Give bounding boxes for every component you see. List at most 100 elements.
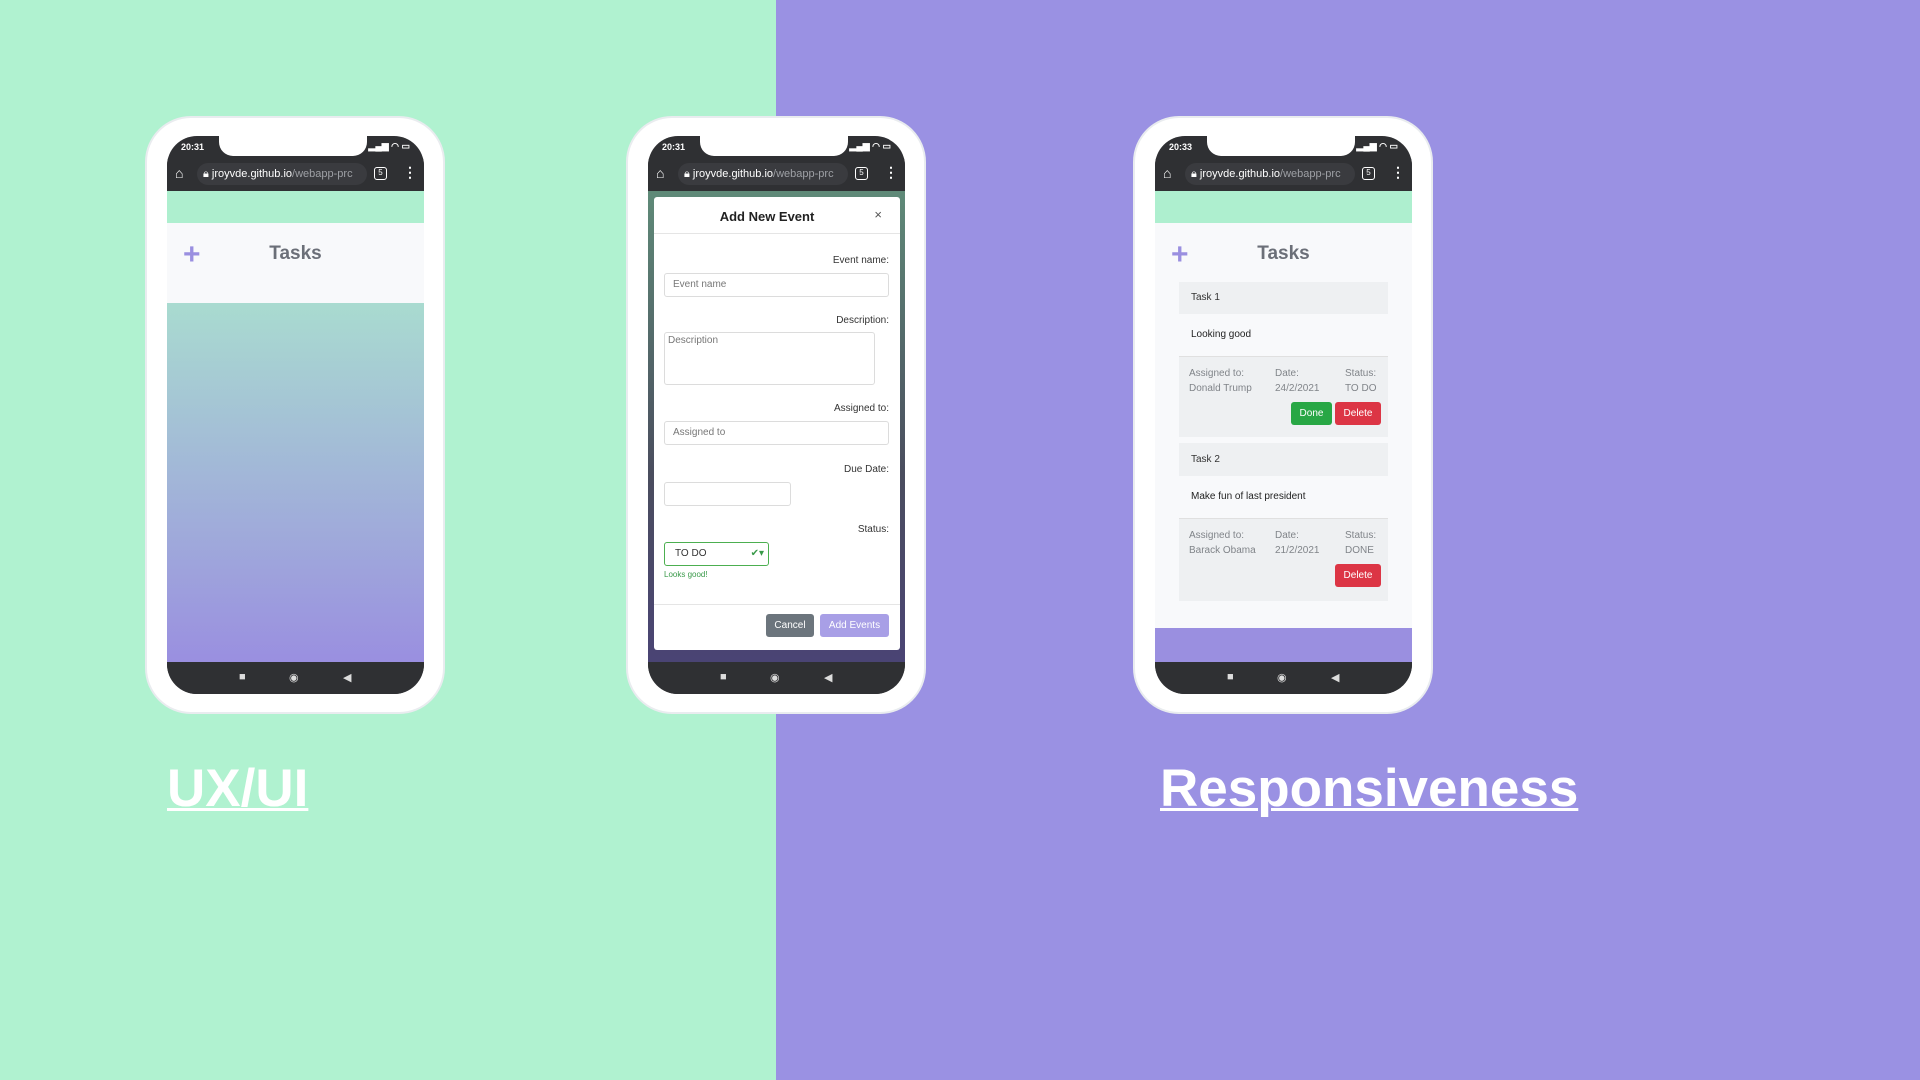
kebab-menu-icon[interactable]: ⋮ <box>403 164 417 181</box>
signal-battery-icon: ▂▄▆ ◠ ▭ <box>368 141 410 151</box>
browser-bar: ⌂ 🔒︎ jroyvde.github.io/webapp-prc 5 ⋮ <box>167 158 424 191</box>
tab-count-button[interactable]: 5 <box>1362 167 1375 180</box>
date-label: Date: <box>1275 368 1299 379</box>
add-events-button[interactable]: Add Events <box>820 614 889 637</box>
status-label: Status: <box>1345 530 1377 541</box>
home-icon[interactable]: ⌂ <box>656 165 664 181</box>
android-nav-bar: ■ ◉ ◀ <box>648 662 905 694</box>
page-title: Tasks <box>269 243 322 264</box>
assigned-label: Assigned to: <box>1189 368 1245 379</box>
delete-button[interactable]: Delete <box>1335 564 1381 587</box>
recents-icon[interactable]: ■ <box>239 671 246 683</box>
task-description: Looking good <box>1191 329 1252 340</box>
home-circle-icon[interactable]: ◉ <box>770 671 780 684</box>
signal-battery-icon: ▂▄▆ ◠ ▭ <box>849 141 891 151</box>
status-time: 20:31 <box>181 142 205 152</box>
app-header: + Tasks <box>1155 223 1412 283</box>
delete-button[interactable]: Delete <box>1335 402 1381 425</box>
status-select-value: TO DO <box>675 548 707 559</box>
url-host: jroyvde.github.io <box>692 168 774 180</box>
due-date-label: Due Date: <box>843 464 889 475</box>
recents-icon[interactable]: ■ <box>720 671 727 683</box>
assigned-to-label: Assigned to: <box>833 403 889 414</box>
task-card-header: Task 2 <box>1179 443 1388 476</box>
home-circle-icon[interactable]: ◉ <box>289 671 299 684</box>
kebab-menu-icon[interactable]: ⋮ <box>884 164 898 181</box>
task-card-footer: Assigned to: Barack Obama Date: 21/2/2021 … <box>1179 518 1388 601</box>
url-path: /webapp-prc <box>1280 168 1341 180</box>
home-icon[interactable]: ⌂ <box>1163 165 1171 181</box>
description-label: Description: <box>836 315 889 326</box>
done-button[interactable]: Done <box>1291 402 1332 425</box>
app-content: + Tasks Task 1 Looking good Assigned to:… <box>1155 191 1412 662</box>
modal-title: Add New Event <box>719 209 815 224</box>
status-select[interactable]: TO DO ✔▾ <box>664 542 769 566</box>
green-band <box>167 191 424 223</box>
back-icon[interactable]: ◀ <box>1331 671 1339 684</box>
date-value: 21/2/2021 <box>1275 545 1320 556</box>
tab-count-button[interactable]: 5 <box>855 167 868 180</box>
status-value: DONE <box>1345 545 1374 556</box>
url-field[interactable]: 🔒︎ jroyvde.github.io/webapp-prc <box>1185 163 1355 185</box>
ux-ui-link[interactable]: UX/UI <box>167 758 308 819</box>
url-path: /webapp-prc <box>773 168 834 180</box>
purple-footer-band <box>1155 628 1412 662</box>
assigned-value: Barack Obama <box>1189 545 1256 556</box>
cancel-button[interactable]: Cancel <box>766 614 814 637</box>
lock-icon: 🔒︎ <box>203 168 212 180</box>
home-circle-icon[interactable]: ◉ <box>1277 671 1287 684</box>
description-textarea[interactable]: Description <box>664 332 875 385</box>
status-time: 20:33 <box>1169 142 1193 152</box>
assigned-value: Donald Trump <box>1189 383 1252 394</box>
event-name-label: Event name: <box>832 255 889 266</box>
home-icon[interactable]: ⌂ <box>175 165 183 181</box>
lock-icon: 🔒︎ <box>684 168 693 180</box>
browser-bar: ⌂ 🔒︎ jroyvde.github.io/webapp-prc 5 ⋮ <box>1155 158 1412 191</box>
phone-mockup-2: 20:31 ▂▄▆ ◠ ▭ ⌂ 🔒︎ jroyvde.github.io/weba… <box>628 118 924 712</box>
date-label: Date: <box>1275 530 1299 541</box>
page-title: Tasks <box>1257 243 1310 264</box>
back-icon[interactable]: ◀ <box>343 671 351 684</box>
task-card-footer: Assigned to: Donald Trump Date: 24/2/2021 … <box>1179 356 1388 437</box>
validation-message: Looks good! <box>664 570 708 579</box>
phone-mockup-1: 20:31 ▂▄▆ ◠ ▭ ⌂ 🔒︎ jroyvde.github.io/weba… <box>147 118 443 712</box>
url-host: jroyvde.github.io <box>1199 168 1281 180</box>
url-field[interactable]: 🔒︎ jroyvde.github.io/webapp-prc <box>678 163 848 185</box>
responsiveness-link[interactable]: Responsiveness <box>1160 758 1578 819</box>
add-event-modal: Add New Event × Event name: Event name D… <box>654 197 900 650</box>
back-icon[interactable]: ◀ <box>824 671 832 684</box>
close-icon[interactable]: × <box>874 207 882 222</box>
android-nav-bar: ■ ◉ ◀ <box>1155 662 1412 694</box>
recents-icon[interactable]: ■ <box>1227 671 1234 683</box>
phone-mockup-3: 20:33 ▂▄▆ ◠ ▭ ⌂ 🔒︎ jroyvde.github.io/weba… <box>1135 118 1431 712</box>
divider <box>654 604 900 605</box>
notch <box>1207 136 1355 156</box>
assigned-to-input[interactable]: Assigned to <box>664 421 889 445</box>
assigned-label: Assigned to: <box>1189 530 1245 541</box>
status-time: 20:31 <box>662 142 686 152</box>
url-host: jroyvde.github.io <box>211 168 293 180</box>
tab-count-button[interactable]: 5 <box>374 167 387 180</box>
app-header: + Tasks <box>167 223 424 303</box>
date-value: 24/2/2021 <box>1275 383 1320 394</box>
phone-screen: 20:31 ▂▄▆ ◠ ▭ ⌂ 🔒︎ jroyvde.github.io/weba… <box>167 136 424 694</box>
notch <box>700 136 848 156</box>
task-description: Make fun of last president <box>1191 491 1306 502</box>
android-nav-bar: ■ ◉ ◀ <box>167 662 424 694</box>
signal-battery-icon: ▂▄▆ ◠ ▭ <box>1356 141 1398 151</box>
phone-screen: 20:31 ▂▄▆ ◠ ▭ ⌂ 🔒︎ jroyvde.github.io/weba… <box>648 136 905 694</box>
check-chevron-icon: ✔▾ <box>750 548 764 559</box>
event-name-input[interactable]: Event name <box>664 273 889 297</box>
app-content: + Tasks <box>167 191 424 662</box>
status-label: Status: <box>1345 368 1377 379</box>
due-date-input[interactable] <box>664 482 791 506</box>
url-field[interactable]: 🔒︎ jroyvde.github.io/webapp-prc <box>197 163 367 185</box>
url-path: /webapp-prc <box>292 168 353 180</box>
divider <box>654 233 900 234</box>
phone-screen: 20:33 ▂▄▆ ◠ ▭ ⌂ 🔒︎ jroyvde.github.io/weba… <box>1155 136 1412 694</box>
notch <box>219 136 367 156</box>
kebab-menu-icon[interactable]: ⋮ <box>1391 164 1405 181</box>
gradient-area <box>167 303 424 662</box>
green-band <box>1155 191 1412 223</box>
browser-bar: ⌂ 🔒︎ jroyvde.github.io/webapp-prc 5 ⋮ <box>648 158 905 191</box>
